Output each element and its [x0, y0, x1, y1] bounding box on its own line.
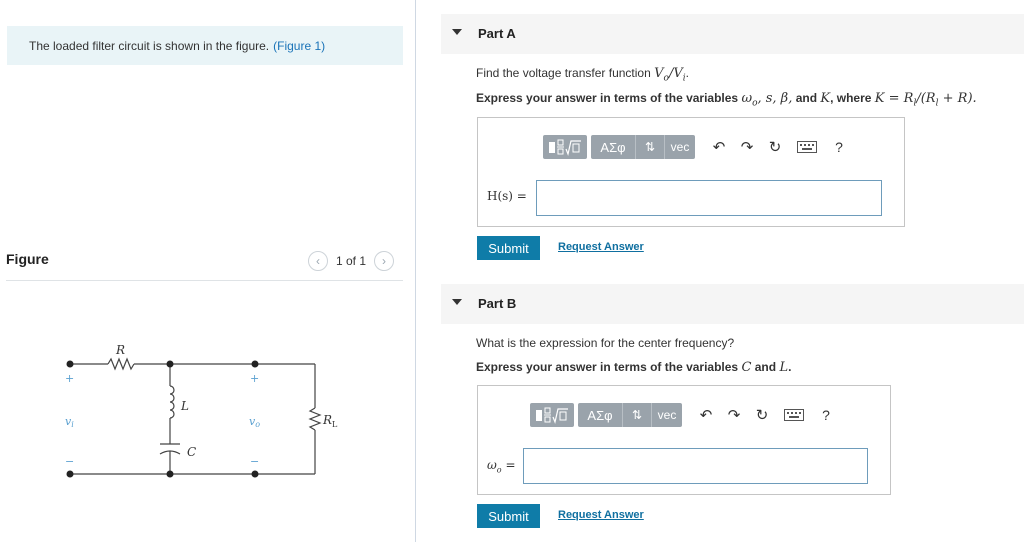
pager-count: 1 of 1: [336, 254, 367, 268]
collapse-triangle-icon[interactable]: [452, 299, 462, 305]
label-vo: vo: [249, 415, 260, 429]
part-a-header[interactable]: Part A: [441, 14, 1024, 54]
part-b-label: Part B: [478, 296, 517, 311]
keyboard-icon[interactable]: [776, 403, 812, 427]
undo-icon[interactable]: ↶: [705, 135, 733, 159]
help-button[interactable]: ?: [812, 403, 840, 427]
symbol-group: ΑΣφ ⇅ vec: [578, 403, 682, 427]
arrows-button[interactable]: ⇅: [636, 135, 665, 159]
part-a-question: Find the voltage transfer function Vo/Vi…: [476, 66, 689, 84]
fraction-sqrt-template-icon[interactable]: [543, 135, 587, 159]
part-a-answer-input[interactable]: [536, 180, 882, 216]
plus-in: +: [65, 372, 74, 385]
part-b-field-label: ωo =: [487, 458, 516, 475]
part-a-toolbar: ΑΣφ ⇅ vec ↶ ↷ ↻ ?: [543, 134, 853, 160]
node-in-bottom: [66, 470, 74, 478]
figure-pane: The loaded filter circuit is shown in th…: [0, 0, 415, 542]
node-mid-top: [166, 360, 174, 368]
figure-title: Figure: [6, 251, 49, 267]
node-in-top: [66, 360, 74, 368]
label-R: R: [115, 343, 125, 357]
label-RL: RL: [322, 413, 338, 429]
circuit-diagram: R L C RL + + − − vi vo: [65, 343, 338, 478]
collapse-triangle-icon[interactable]: [452, 29, 462, 35]
node-out-bottom: [251, 470, 259, 478]
minus-out: −: [250, 455, 259, 468]
node-out-top: [251, 360, 259, 368]
greek-button[interactable]: ΑΣφ: [578, 403, 623, 427]
part-b-header[interactable]: Part B: [441, 284, 1024, 324]
part-b-question: What is the expression for the center fr…: [476, 336, 735, 350]
redo-icon[interactable]: ↷: [720, 403, 748, 427]
part-a-request-answer-link[interactable]: Request Answer: [558, 241, 644, 253]
part-b-toolbar: ΑΣφ ⇅ vec ↶ ↷ ↻ ?: [530, 402, 840, 428]
redo-icon[interactable]: ↷: [733, 135, 761, 159]
template-group: [543, 135, 587, 159]
part-b-request-answer-link[interactable]: Request Answer: [558, 509, 644, 521]
part-b-answer-input[interactable]: [523, 448, 868, 484]
chevron-left-icon[interactable]: ‹: [308, 251, 328, 271]
template-group: [530, 403, 574, 427]
vec-button[interactable]: vec: [652, 403, 682, 427]
greek-button[interactable]: ΑΣφ: [591, 135, 636, 159]
pane-divider: [415, 0, 416, 542]
intro-banner: The loaded filter circuit is shown in th…: [7, 26, 403, 65]
label-L: L: [180, 399, 189, 413]
minus-in: −: [65, 455, 74, 468]
part-a-instructions: Express your answer in terms of the vari…: [476, 91, 977, 109]
plus-out: +: [250, 372, 259, 385]
reset-icon[interactable]: ↻: [761, 135, 789, 159]
part-a-submit-button[interactable]: Submit: [477, 236, 540, 260]
node-mid-bottom: [166, 470, 174, 478]
part-b-submit-button[interactable]: Submit: [477, 504, 540, 528]
label-C: C: [187, 445, 196, 459]
figure-link[interactable]: (Figure 1): [273, 39, 325, 53]
part-b-instructions: Express your answer in terms of the vari…: [476, 360, 792, 375]
intro-text: The loaded filter circuit is shown in th…: [29, 38, 326, 53]
figure-pager: ‹ 1 of 1 ›: [308, 251, 395, 271]
label-vi: vi: [65, 415, 74, 429]
undo-icon[interactable]: ↶: [692, 403, 720, 427]
arrows-button[interactable]: ⇅: [623, 403, 652, 427]
help-button[interactable]: ?: [825, 135, 853, 159]
fraction-sqrt-template-icon[interactable]: [530, 403, 574, 427]
figure-divider: [6, 280, 403, 281]
part-a-field-label: H(s) =: [487, 189, 527, 203]
symbol-group: ΑΣφ ⇅ vec: [591, 135, 695, 159]
vec-button[interactable]: vec: [665, 135, 695, 159]
part-a-label: Part A: [478, 26, 516, 41]
keyboard-icon[interactable]: [789, 135, 825, 159]
reset-icon[interactable]: ↻: [748, 403, 776, 427]
chevron-right-icon[interactable]: ›: [374, 251, 395, 271]
